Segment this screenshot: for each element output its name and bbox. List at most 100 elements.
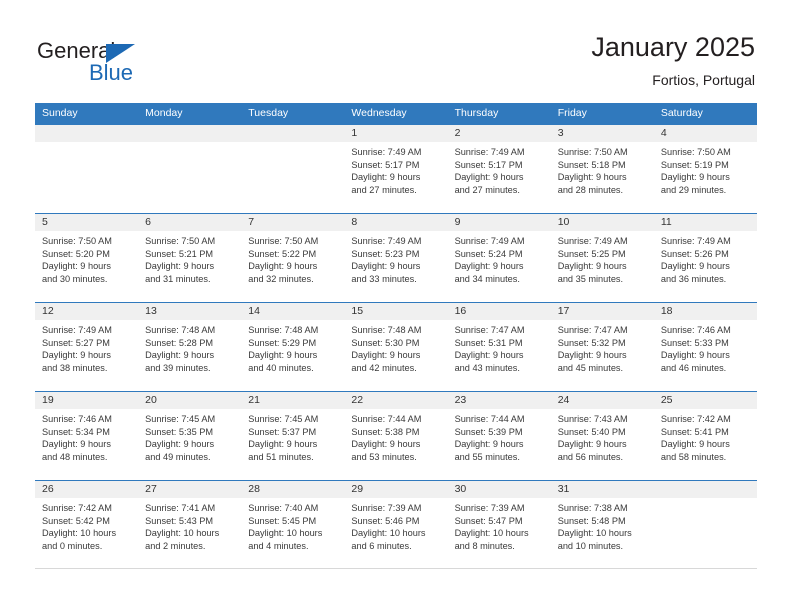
day-number: 29	[351, 483, 364, 495]
calendar-day-cell[interactable]: 23 Sunrise: 7:44 AM Sunset: 5:39 PM Dayligh…	[447, 392, 551, 480]
day-details: Sunrise: 7:43 AM Sunset: 5:40 PM Daylight:…	[551, 409, 654, 463]
daylight-text-line1: Daylight: 9 hours	[351, 172, 421, 183]
calendar-day-cell[interactable]: 6 Sunrise: 7:50 AM Sunset: 5:21 PM Daylight…	[138, 214, 242, 302]
daylight-text-line2: and 31 minutes.	[145, 273, 211, 284]
day-number: 9	[454, 216, 461, 228]
day-number: 19	[42, 394, 54, 406]
day-number: 27	[145, 483, 157, 495]
day-details: Sunrise: 7:48 AM Sunset: 5:29 PM Daylight:…	[241, 320, 344, 374]
daylight-text-line1: Daylight: 10 hours	[454, 528, 529, 539]
day-number-band	[653, 481, 757, 498]
day-details: Sunrise: 7:46 AM Sunset: 5:34 PM Daylight:…	[35, 409, 138, 463]
day-number: 7	[248, 216, 255, 228]
day-number-band: 29	[344, 481, 448, 498]
day-number: 31	[557, 483, 570, 495]
calendar-day-cell[interactable]: 9 Sunrise: 7:49 AM Sunset: 5:24 PM Daylight…	[447, 214, 551, 302]
day-number: 15	[351, 305, 364, 317]
day-number-band: 4	[653, 125, 757, 142]
weekday-header-thursday: Thursday	[454, 107, 499, 119]
calendar-day-cell[interactable]: 18 Sunrise: 7:46 AM Sunset: 5:33 PM Dayligh…	[653, 303, 757, 391]
calendar-day-cell[interactable]: 31 Sunrise: 7:38 AM Sunset: 5:48 PM Dayligh…	[550, 481, 654, 568]
sunrise-text: Sunrise: 7:49 AM	[454, 147, 525, 157]
day-details: Sunrise: 7:39 AM Sunset: 5:47 PM Daylight:…	[448, 498, 551, 552]
calendar-day-cell[interactable]: 24 Sunrise: 7:43 AM Sunset: 5:40 PM Dayligh…	[550, 392, 654, 480]
calendar-day-cell[interactable]: 12 Sunrise: 7:49 AM Sunset: 5:27 PM Dayligh…	[35, 303, 139, 391]
sunset-text: Sunset: 5:39 PM	[454, 426, 523, 437]
day-details: Sunrise: 7:47 AM Sunset: 5:31 PM Daylight:…	[448, 320, 551, 374]
calendar-grid: Sunday Monday Tuesday Wednesday Thursday…	[35, 103, 757, 569]
calendar-day-cell[interactable]: 28 Sunrise: 7:40 AM Sunset: 5:45 PM Dayligh…	[241, 481, 345, 568]
sunrise-text: Sunrise: 7:46 AM	[660, 325, 731, 335]
calendar-day-cell[interactable]: 10 Sunrise: 7:49 AM Sunset: 5:25 PM Dayligh…	[550, 214, 654, 302]
calendar-day-cell[interactable]: 2 Sunrise: 7:49 AM Sunset: 5:17 PM Daylight…	[447, 125, 551, 213]
sunset-text: Sunset: 5:26 PM	[660, 248, 729, 259]
day-number: 21	[248, 394, 260, 406]
general-blue-logo[interactable]: General Blue	[37, 38, 167, 86]
calendar-day-cell[interactable]: 20 Sunrise: 7:45 AM Sunset: 5:35 PM Dayligh…	[138, 392, 242, 480]
day-details: Sunrise: 7:45 AM Sunset: 5:37 PM Daylight:…	[241, 409, 344, 463]
calendar-week-row: 5 Sunrise: 7:50 AM Sunset: 5:20 PM Daylight…	[35, 213, 757, 302]
daylight-text-line1: Daylight: 9 hours	[557, 439, 627, 450]
daylight-text-line1: Daylight: 9 hours	[557, 172, 627, 183]
day-details: Sunrise: 7:39 AM Sunset: 5:46 PM Daylight:…	[344, 498, 447, 552]
calendar-day-cell[interactable]: 15 Sunrise: 7:48 AM Sunset: 5:30 PM Dayligh…	[344, 303, 448, 391]
calendar-day-cell[interactable]: 22 Sunrise: 7:44 AM Sunset: 5:38 PM Dayligh…	[344, 392, 448, 480]
sunset-text: Sunset: 5:31 PM	[454, 337, 523, 348]
sunrise-text: Sunrise: 7:42 AM	[42, 503, 112, 513]
day-number-band: 1	[344, 125, 448, 142]
daylight-text-line2: and 33 minutes.	[351, 273, 417, 284]
title-block: January 2025 Fortios, Portugal	[591, 30, 755, 90]
sunset-text: Sunset: 5:17 PM	[351, 159, 420, 170]
calendar-day-cell[interactable]: 29 Sunrise: 7:39 AM Sunset: 5:46 PM Dayligh…	[344, 481, 448, 568]
day-number-band: 23	[447, 392, 551, 409]
calendar-day-cell[interactable]: 17 Sunrise: 7:47 AM Sunset: 5:32 PM Dayligh…	[550, 303, 654, 391]
calendar-day-cell[interactable]: 13 Sunrise: 7:48 AM Sunset: 5:28 PM Dayligh…	[138, 303, 242, 391]
calendar-day-cell[interactable]: 5 Sunrise: 7:50 AM Sunset: 5:20 PM Daylight…	[35, 214, 139, 302]
calendar-day-cell[interactable]: 3 Sunrise: 7:50 AM Sunset: 5:18 PM Daylight…	[550, 125, 654, 213]
day-number: 22	[351, 394, 364, 406]
daylight-text-line2: and 58 minutes.	[660, 451, 727, 462]
day-number-band: 21	[241, 392, 345, 409]
calendar-day-cell[interactable]: 14 Sunrise: 7:48 AM Sunset: 5:29 PM Dayligh…	[241, 303, 345, 391]
daylight-text-line2: and 49 minutes.	[145, 451, 211, 462]
page-title: January 2025	[591, 32, 755, 62]
daylight-text-line2: and 51 minutes.	[248, 451, 314, 462]
sunset-text: Sunset: 5:29 PM	[248, 337, 317, 348]
weekday-header-monday: Monday	[145, 107, 183, 119]
calendar-day-cell[interactable]: 7 Sunrise: 7:50 AM Sunset: 5:22 PM Daylight…	[241, 214, 345, 302]
calendar-day-cell[interactable]: 11 Sunrise: 7:49 AM Sunset: 5:26 PM Dayligh…	[653, 214, 757, 302]
calendar-day-cell[interactable]: 26 Sunrise: 7:42 AM Sunset: 5:42 PM Dayligh…	[35, 481, 139, 568]
sunset-text: Sunset: 5:34 PM	[42, 426, 110, 437]
calendar-day-cell[interactable]: 25 Sunrise: 7:42 AM Sunset: 5:41 PM Dayligh…	[653, 392, 757, 480]
daylight-text-line2: and 34 minutes.	[454, 273, 520, 284]
calendar-day-cell[interactable]: 19 Sunrise: 7:46 AM Sunset: 5:34 PM Dayligh…	[35, 392, 139, 480]
sunset-text: Sunset: 5:40 PM	[557, 426, 626, 437]
calendar-day-cell[interactable]: 4 Sunrise: 7:50 AM Sunset: 5:19 PM Daylight…	[653, 125, 757, 213]
day-number-band: 6	[138, 214, 242, 231]
daylight-text-line2: and 39 minutes.	[145, 362, 211, 373]
sunrise-text: Sunrise: 7:47 AM	[454, 325, 525, 335]
page-subtitle: Fortios, Portugal	[652, 72, 755, 88]
calendar-day-cell[interactable]: 21 Sunrise: 7:45 AM Sunset: 5:37 PM Dayligh…	[241, 392, 345, 480]
calendar-day-cell[interactable]: 8 Sunrise: 7:49 AM Sunset: 5:23 PM Daylight…	[344, 214, 448, 302]
sunrise-text: Sunrise: 7:39 AM	[351, 503, 422, 513]
calendar-day-cell[interactable]: 16 Sunrise: 7:47 AM Sunset: 5:31 PM Dayligh…	[447, 303, 551, 391]
daylight-text-line2: and 28 minutes.	[557, 184, 624, 195]
day-details: Sunrise: 7:49 AM Sunset: 5:23 PM Daylight:…	[344, 231, 447, 285]
daylight-text-line2: and 40 minutes.	[248, 362, 314, 373]
day-number: 1	[351, 127, 358, 139]
daylight-text-line1: Daylight: 9 hours	[660, 439, 730, 450]
sunset-text: Sunset: 5:47 PM	[454, 515, 523, 526]
calendar-week-row: 12 Sunrise: 7:49 AM Sunset: 5:27 PM Dayligh…	[35, 302, 757, 391]
calendar-day-cell[interactable]: 30 Sunrise: 7:39 AM Sunset: 5:47 PM Dayligh…	[447, 481, 551, 568]
calendar-day-cell[interactable]: 27 Sunrise: 7:41 AM Sunset: 5:43 PM Dayligh…	[138, 481, 242, 568]
calendar-day-cell[interactable]: 1 Sunrise: 7:49 AM Sunset: 5:17 PM Daylight…	[344, 125, 448, 213]
daylight-text-line1: Daylight: 9 hours	[42, 350, 111, 361]
daylight-text-line2: and 32 minutes.	[248, 273, 314, 284]
day-number-band: 16	[447, 303, 551, 320]
day-details: Sunrise: 7:45 AM Sunset: 5:35 PM Daylight:…	[138, 409, 241, 463]
daylight-text-line1: Daylight: 9 hours	[351, 350, 421, 361]
daylight-text-line1: Daylight: 9 hours	[145, 261, 215, 272]
daylight-text-line1: Daylight: 9 hours	[557, 261, 627, 272]
day-details: Sunrise: 7:42 AM Sunset: 5:42 PM Daylight:…	[35, 498, 138, 552]
